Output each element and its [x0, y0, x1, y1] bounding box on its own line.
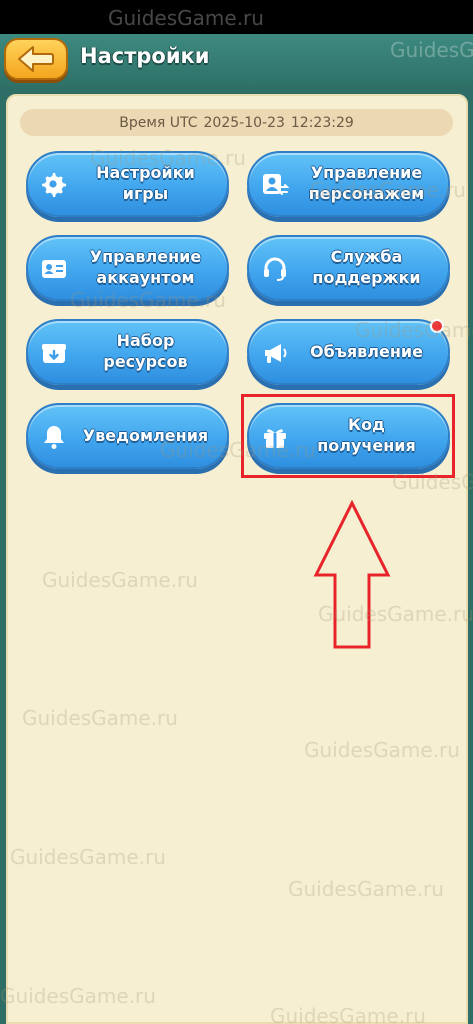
highlight-frame	[241, 394, 455, 478]
announcement-button[interactable]: Объявление	[247, 319, 450, 385]
time-label: Время UTC	[119, 114, 198, 131]
game-settings-label: Настройки игры	[96, 163, 195, 203]
account-management-button[interactable]: Управление аккаунтом	[26, 235, 229, 301]
character-management-button[interactable]: Управление персонажем	[247, 151, 450, 217]
header: Настройки	[0, 34, 473, 86]
back-button[interactable]	[4, 38, 68, 80]
notification-dot	[430, 319, 444, 333]
id-card-icon	[42, 260, 66, 278]
support-button[interactable]: Служба поддержки	[247, 235, 450, 301]
gear-icon	[42, 173, 67, 197]
page-title: Настройки	[80, 44, 210, 68]
status-bar	[0, 0, 473, 34]
bell-icon	[44, 426, 64, 449]
arrow-up-icon	[313, 500, 391, 649]
support-label: Служба поддержки	[312, 247, 421, 287]
arrow-left-icon	[18, 46, 54, 72]
utc-time-bar: Время UTC 2025-10-23 12:23:29	[20, 109, 453, 136]
time-date: 2025-10-23	[203, 114, 285, 131]
announcement-label: Объявление	[310, 341, 423, 361]
notifications-label: Уведомления	[82, 425, 209, 445]
game-settings-button[interactable]: Настройки игры	[26, 151, 229, 217]
resource-pack-label: Набор ресурсов	[103, 331, 188, 371]
account-management-label: Управление аккаунтом	[89, 247, 202, 287]
notifications-button[interactable]: Уведомления	[26, 403, 229, 469]
character-swap-icon	[263, 174, 289, 195]
resource-pack-button[interactable]: Набор ресурсов	[26, 319, 229, 385]
headset-icon	[264, 257, 286, 281]
megaphone-icon	[265, 344, 287, 363]
time-clock: 12:23:29	[290, 114, 354, 131]
download-box-icon	[42, 344, 66, 363]
character-management-label: Управление персонажем	[308, 163, 425, 203]
settings-panel: Время UTC 2025-10-23 12:23:29 Настройки …	[6, 94, 468, 1024]
